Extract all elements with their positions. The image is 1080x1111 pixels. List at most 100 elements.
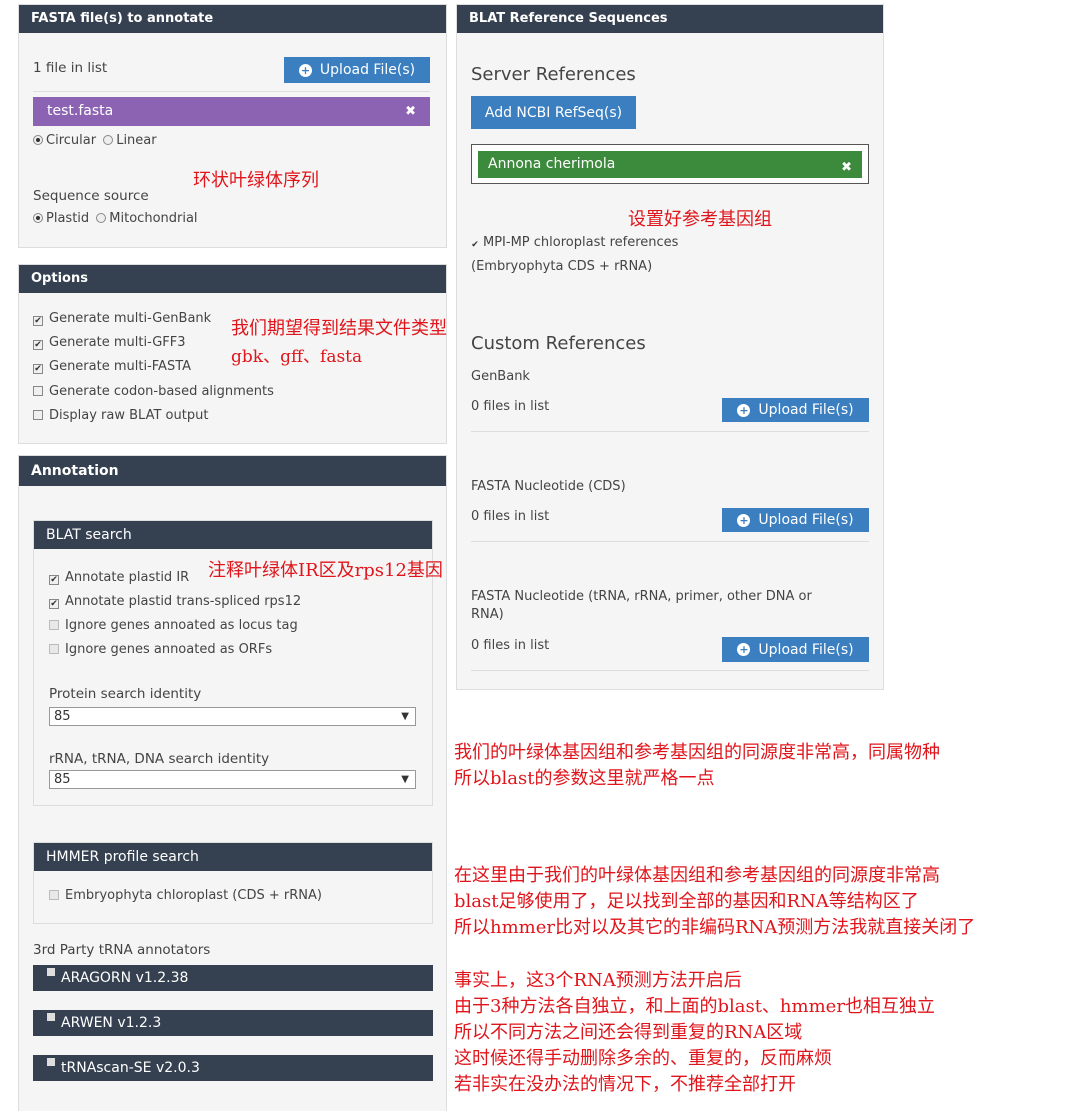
checkbox[interactable]: ✔: [33, 340, 43, 350]
protein-identity-label: Protein search identity: [49, 686, 202, 702]
radio-circular-label: Circular: [46, 133, 97, 148]
aragorn-toggle[interactable]: ARAGORN v1.2.38: [33, 965, 433, 991]
options-panel-title: Options: [19, 265, 446, 293]
option-label: Generate multi-FASTA: [49, 359, 192, 374]
checkbox[interactable]: ✔: [49, 575, 59, 585]
custom-references-heading: Custom References: [471, 333, 646, 354]
other-divider: [471, 670, 869, 671]
option-item[interactable]: ✔ Generate multi-GFF3: [33, 335, 186, 350]
arwen-label: ARWEN v1.2.3: [61, 1015, 162, 1031]
genbank-divider: [471, 431, 869, 432]
blat-option[interactable]: ✔ Annotate plastid trans-spliced rps12: [49, 594, 301, 609]
blat-option-label: Annotate plastid trans-spliced rps12: [65, 594, 302, 609]
option-item[interactable]: ✔ Generate multi-FASTA: [33, 359, 191, 374]
hmmer-option[interactable]: Embryophyta chloroplast (CDS + rRNA): [49, 888, 322, 903]
fasta-file-count: 1 file in list: [33, 60, 108, 76]
other-upload-button[interactable]: + Upload File(s): [722, 637, 869, 662]
blat-search-title: BLAT search: [34, 521, 432, 549]
note-trna-3: 所以不同方法之间还会得到重复的RNA区域: [454, 1022, 803, 1043]
radio-linear[interactable]: [103, 135, 114, 145]
option-item[interactable]: Display raw BLAT output: [33, 408, 208, 423]
selected-reference-box: Annona cherimola ✖: [471, 144, 869, 184]
close-x-icon[interactable]: ✖: [841, 154, 852, 181]
third-party-label: 3rd Party tRNA annotators: [33, 942, 211, 958]
fasta-upload-label: Upload File(s): [319, 62, 416, 78]
blat-option-label: Ignore genes annoated as ORFs: [65, 642, 273, 657]
topology-radio-group: Circular Linear: [33, 133, 157, 148]
option-item[interactable]: Generate codon-based alignments: [33, 384, 274, 399]
fasta-file-item[interactable]: test.fasta ✖: [33, 97, 430, 126]
radio-circular[interactable]: [33, 135, 43, 145]
mpi-reference-sublabel: (Embryophyta CDS + rRNA): [471, 259, 653, 274]
other-label-cont: RNA): [471, 607, 504, 622]
checkbox[interactable]: ✔: [471, 241, 479, 251]
radio-mitochondrial[interactable]: [96, 213, 107, 223]
arwen-toggle[interactable]: ARWEN v1.2.3: [33, 1010, 433, 1036]
option-label: Generate multi-GFF3: [49, 335, 186, 350]
checkbox[interactable]: [33, 410, 43, 420]
checkbox[interactable]: ✔: [33, 316, 43, 326]
option-label: Generate multi-GenBank: [49, 311, 212, 326]
add-ncbi-label: Add NCBI RefSeq(s): [484, 104, 623, 121]
fasta-upload-button[interactable]: + Upload File(s): [284, 57, 430, 83]
triangle-down-icon: ▼: [401, 711, 409, 722]
note-circular: 环状叶绿体序列: [193, 170, 319, 191]
mpi-reference-label: MPI-MP chloroplast references: [483, 235, 679, 250]
blat-option[interactable]: ✔ Annotate plastid IR: [49, 570, 189, 585]
protein-identity-value: 85: [54, 709, 71, 724]
source-radio-group: Plastid Mitochondrial: [33, 211, 198, 226]
close-x-icon[interactable]: ✖: [405, 97, 416, 126]
dna-identity-select[interactable]: 85 ▼: [49, 770, 416, 789]
note-blast: 我们的叶绿体基因组和参考基因组的同源度非常高，同属物种: [454, 742, 940, 763]
checkbox[interactable]: [47, 1058, 55, 1066]
note-hmmer-3: 所以hmmer比对以及其它的非编码RNA预测方法我就直接关闭了: [454, 917, 976, 938]
checkbox[interactable]: [47, 968, 55, 976]
blat-option[interactable]: Ignore genes annoated as ORFs: [49, 642, 272, 657]
trnascan-label: tRNAscan-SE v2.0.3: [61, 1060, 200, 1076]
cds-upload-label: Upload File(s): [758, 512, 854, 528]
hmmer-title: HMMER profile search: [34, 843, 432, 871]
add-ncbi-button[interactable]: Add NCBI RefSeq(s): [471, 96, 636, 129]
checkbox[interactable]: [49, 644, 59, 654]
note-hmmer-2: blast足够使用了，足以找到全部的基因和RNA等结构区了: [454, 891, 919, 912]
annotation-panel-title: Annotation: [19, 456, 446, 486]
genbank-count: 0 files in list: [471, 399, 550, 414]
checkbox[interactable]: ✔: [49, 599, 59, 609]
selected-reference-item[interactable]: Annona cherimola ✖: [478, 151, 862, 178]
radio-mitochondrial-label: Mitochondrial: [109, 211, 198, 226]
blat-option[interactable]: Ignore genes annoated as locus tag: [49, 618, 298, 633]
genbank-upload-label: Upload File(s): [758, 402, 854, 418]
dna-identity-value: 85: [54, 772, 71, 787]
note-result-types-2: gbk、gff、fasta: [231, 347, 363, 367]
checkbox[interactable]: [33, 386, 43, 396]
mpi-reference-option[interactable]: ✔ MPI-MP chloroplast references: [471, 235, 678, 251]
plus-circle-icon: +: [298, 63, 312, 77]
note-result-types: 我们期望得到结果文件类型: [231, 318, 447, 339]
radio-linear-label: Linear: [116, 133, 157, 148]
selected-reference-name: Annona cherimola: [488, 156, 616, 172]
plus-circle-icon: +: [737, 643, 751, 656]
option-label: Generate codon-based alignments: [49, 384, 274, 399]
radio-plastid[interactable]: [33, 213, 43, 223]
hmmer-panel: HMMER profile search: [33, 842, 433, 924]
fasta-file-name: test.fasta: [47, 103, 114, 119]
cds-upload-button[interactable]: + Upload File(s): [722, 508, 869, 532]
checkbox[interactable]: ✔: [33, 364, 43, 374]
blat-reference-title: BLAT Reference Sequences: [457, 5, 883, 33]
note-trna-2: 由于3种方法各自独立，和上面的blast、hmmer也相互独立: [454, 996, 935, 1017]
genbank-upload-button[interactable]: + Upload File(s): [722, 398, 869, 422]
protein-identity-select[interactable]: 85 ▼: [49, 707, 416, 726]
option-item[interactable]: ✔ Generate multi-GenBank: [33, 311, 211, 326]
checkbox[interactable]: [49, 890, 59, 900]
note-reference: 设置好参考基因组: [628, 209, 772, 230]
checkbox[interactable]: [49, 620, 59, 630]
note-trna-4: 这时候还得手动删除多余的、重复的，反而麻烦: [454, 1048, 832, 1069]
plus-circle-icon: +: [737, 403, 751, 417]
cds-label: FASTA Nucleotide (CDS): [471, 479, 626, 494]
trnascan-toggle[interactable]: tRNAscan-SE v2.0.3: [33, 1055, 433, 1081]
checkbox[interactable]: [47, 1013, 55, 1021]
server-references-heading: Server References: [471, 64, 636, 85]
genbank-label: GenBank: [471, 369, 530, 384]
note-hmmer: 在这里由于我们的叶绿体基因组和参考基因组的同源度非常高: [454, 865, 940, 886]
note-trna-5: 若非实在没办法的情况下，不推荐全部打开: [454, 1074, 796, 1095]
